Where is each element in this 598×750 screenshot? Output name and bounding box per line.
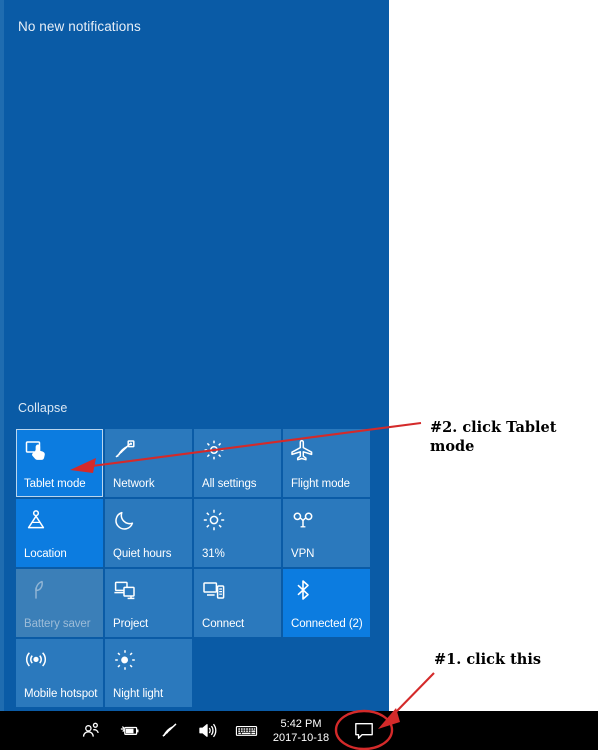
quick-action-tile[interactable]: Tablet mode bbox=[16, 429, 103, 497]
airplane-icon bbox=[291, 438, 315, 462]
brightness-sun-icon bbox=[202, 508, 226, 532]
settings-gear-icon bbox=[202, 438, 226, 462]
quick-action-tile[interactable]: All settings bbox=[194, 429, 281, 497]
location-pin-icon bbox=[24, 508, 48, 532]
moon-icon bbox=[113, 508, 137, 532]
taskbar-clock[interactable]: 5:42 PM 2017-10-18 bbox=[265, 717, 337, 745]
clock-time: 5:42 PM bbox=[280, 718, 322, 730]
connect-device-icon bbox=[202, 578, 226, 602]
bluetooth-icon bbox=[291, 578, 315, 602]
quick-action-tile[interactable]: Battery saver bbox=[16, 569, 103, 637]
quick-action-label: Night light bbox=[113, 688, 164, 700]
quick-action-tile[interactable]: 31% bbox=[194, 499, 281, 567]
quick-action-label: Tablet mode bbox=[24, 478, 86, 490]
quick-action-label: Battery saver bbox=[24, 618, 91, 630]
quick-action-label: Mobile hotspot bbox=[24, 688, 98, 700]
quick-action-label: VPN bbox=[291, 548, 315, 560]
action-center-icon[interactable] bbox=[352, 721, 376, 741]
quick-action-tile[interactable]: Connect bbox=[194, 569, 281, 637]
quick-action-tile[interactable]: Connected (2) bbox=[283, 569, 370, 637]
quick-action-tile[interactable]: Network bbox=[105, 429, 192, 497]
battery-charging-icon[interactable] bbox=[118, 720, 140, 741]
no-notifications-label: No new notifications bbox=[18, 19, 141, 34]
quick-action-tile[interactable]: Flight mode bbox=[283, 429, 370, 497]
quick-action-tile[interactable]: Night light bbox=[105, 639, 192, 707]
project-screen-icon bbox=[113, 578, 137, 602]
quick-action-label: Project bbox=[113, 618, 149, 630]
annotation-step-2: #2. click Tablet mode bbox=[430, 419, 557, 455]
quick-action-tile[interactable]: Location bbox=[16, 499, 103, 567]
hotspot-signal-icon bbox=[24, 648, 48, 672]
night-light-icon bbox=[113, 648, 137, 672]
volume-icon[interactable] bbox=[196, 720, 218, 741]
quick-action-label: Network bbox=[113, 478, 155, 490]
taskbar: 5:42 PM 2017-10-18 bbox=[0, 711, 598, 750]
clock-date: 2017-10-18 bbox=[272, 732, 330, 744]
quick-action-label: Flight mode bbox=[291, 478, 350, 490]
quick-action-label: Quiet hours bbox=[113, 548, 172, 560]
quick-action-label: Location bbox=[24, 548, 67, 560]
network-wifi-icon bbox=[113, 438, 137, 462]
wifi-icon[interactable] bbox=[158, 720, 180, 741]
quick-action-label: 31% bbox=[202, 548, 225, 560]
quick-action-label: Connected (2) bbox=[291, 618, 363, 630]
panel-left-edge bbox=[0, 0, 4, 711]
quick-action-tile[interactable]: Mobile hotspot bbox=[16, 639, 103, 707]
vpn-key-icon bbox=[291, 508, 315, 532]
quick-action-tile[interactable]: Quiet hours bbox=[105, 499, 192, 567]
quick-action-tile[interactable]: Project bbox=[105, 569, 192, 637]
quick-actions-grid: Tablet mode Network All settings Flight mod… bbox=[16, 429, 374, 707]
quick-action-label: All settings bbox=[202, 478, 257, 490]
action-center-panel: No new notifications Collapse Tablet mod… bbox=[0, 0, 389, 711]
collapse-link[interactable]: Collapse bbox=[18, 401, 67, 415]
quick-action-label: Connect bbox=[202, 618, 245, 630]
annotation-step-1: #1. click this bbox=[434, 651, 542, 668]
battery-leaf-icon bbox=[24, 578, 48, 602]
quick-action-tile[interactable]: VPN bbox=[283, 499, 370, 567]
tablet-mode-icon bbox=[24, 438, 48, 462]
keyboard-icon[interactable] bbox=[234, 720, 259, 741]
people-icon[interactable] bbox=[80, 720, 102, 741]
